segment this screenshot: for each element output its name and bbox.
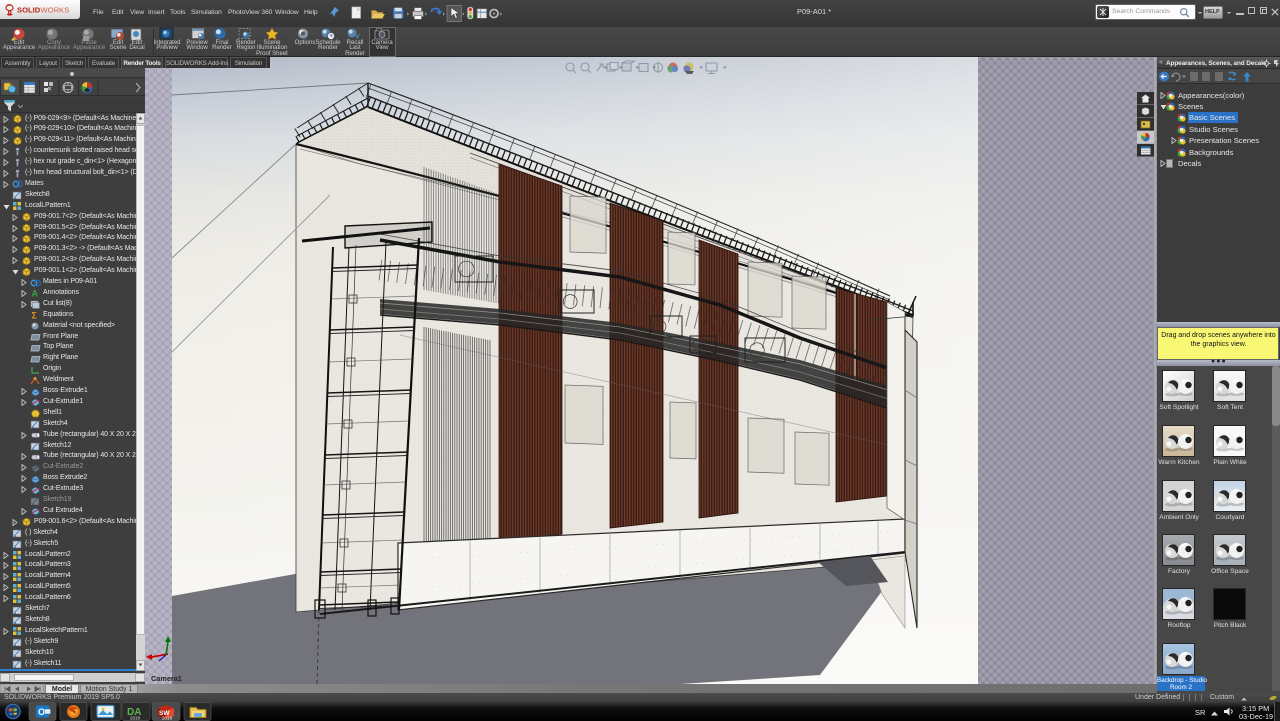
- svg-text:2019: 2019: [162, 716, 173, 721]
- svg-text:WORKS: WORKS: [41, 6, 70, 15]
- svg-text:Σ: Σ: [32, 311, 38, 321]
- svg-text:2018: 2018: [130, 716, 141, 721]
- svg-text:O: O: [38, 707, 45, 717]
- svg-text:A: A: [32, 289, 39, 299]
- svg-text:SOLID: SOLID: [17, 6, 41, 15]
